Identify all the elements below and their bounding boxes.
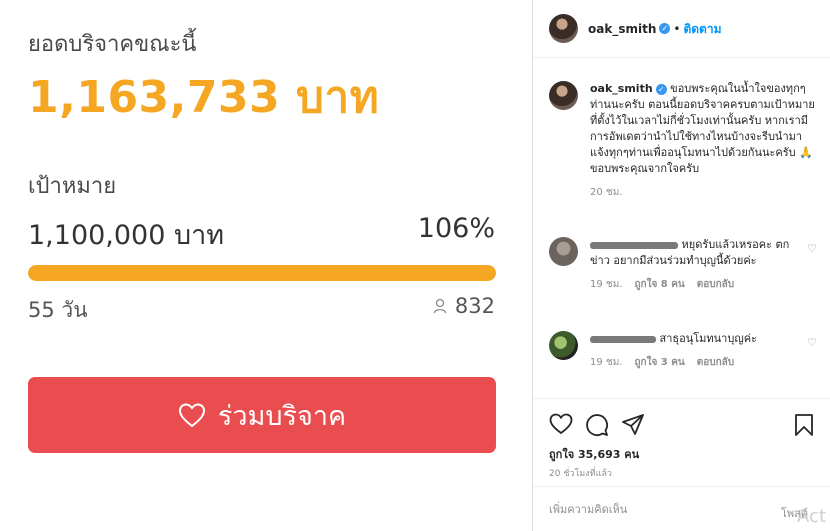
add-comment-input[interactable]: เพิ่มความคิดเห็น — [549, 500, 627, 518]
donation-panel: ยอดบริจาคขณะนี้ 1,163,733 บาท เป้าหมาย 1… — [0, 0, 533, 531]
save-bookmark-icon[interactable] — [794, 413, 814, 437]
redacted-username — [590, 241, 678, 249]
comment-time: 19 ชม. — [590, 279, 623, 290]
progress-bar-fill — [28, 265, 496, 281]
donate-button-label: ร่วมบริจาค — [217, 400, 347, 432]
add-comment-bar: เพิ่มความคิดเห็น โพสต์ — [533, 486, 830, 531]
caption-time: 20 ชม. — [590, 187, 623, 198]
comment-item: สาธุอนุโมทนาบุญค่ะ 19 ชม. ถูกใจ 3 คน ตอบ… — [549, 331, 817, 370]
comment-meta: 19 ชม. ถูกใจ 3 คน ตอบกลับ — [590, 355, 796, 370]
donate-button[interactable]: ร่วมบริจาค — [28, 377, 496, 453]
comment-list[interactable]: oak_smith ✓ ขอบพระคุณในน้ำใจของทุกๆท่านนะ… — [533, 59, 830, 397]
share-send-icon[interactable] — [621, 413, 645, 437]
like-heart-icon[interactable] — [549, 413, 573, 435]
follow-button[interactable]: ติดตาม — [683, 22, 721, 36]
like-comment-heart-icon[interactable]: ♡ — [807, 336, 817, 349]
post-caption: oak_smith ✓ ขอบพระคุณในน้ำใจของทุกๆท่านนะ… — [549, 81, 817, 200]
author-avatar[interactable] — [549, 14, 578, 43]
comment-meta: 19 ชม. ถูกใจ 8 คน ตอบกลับ — [590, 277, 796, 292]
redacted-username — [590, 335, 656, 343]
person-icon — [433, 298, 447, 314]
verified-badge-icon: ✓ — [655, 83, 667, 95]
comment-text: สาธุอนุโมทนาบุญค่ะ — [659, 332, 757, 345]
comment-item: หยุดรับแล้วเหรอคะ ตกข่าว อยากมีส่วนร่วมท… — [549, 237, 817, 292]
commenter-avatar[interactable] — [549, 331, 578, 360]
post-actions: ถูกใจ 35,693 คน 20 ชั่วโมงที่แล้ว — [533, 398, 830, 486]
post-header: oak_smith ✓ • ติดตาม — [533, 0, 830, 58]
comment-bubble-icon[interactable] — [585, 413, 609, 437]
like-count[interactable]: ถูกใจ 35,693 คน — [549, 445, 639, 463]
like-comment-heart-icon[interactable]: ♡ — [807, 242, 817, 255]
backer-count-value: 832 — [454, 294, 495, 318]
comment-time: 19 ชม. — [590, 357, 623, 368]
comment-likes[interactable]: ถูกใจ 8 คน — [634, 277, 684, 292]
instagram-post-panel: oak_smith ✓ • ติดตาม oak_smith ✓ ขอบพระคุณใน… — [533, 0, 830, 531]
reply-button[interactable]: ตอบกลับ — [697, 355, 734, 370]
author-username[interactable]: oak_smith — [588, 22, 656, 36]
progress-bar — [28, 265, 496, 281]
separator-dot: • — [673, 22, 681, 36]
goal-percent: 106% — [417, 213, 495, 244]
backer-count: 832 — [433, 294, 495, 318]
heart-icon — [178, 403, 205, 428]
caption-text: ขอบพระคุณในน้ำใจของทุกๆท่านนะครับ ตอนนี้… — [590, 82, 815, 175]
verified-badge-icon: ✓ — [659, 23, 671, 34]
donation-total-amount: 1,163,733 บาท — [28, 72, 380, 123]
reply-button[interactable]: ตอบกลับ — [697, 277, 734, 292]
caption-text-block: oak_smith ✓ ขอบพระคุณในน้ำใจของทุกๆท่านนะ… — [590, 81, 817, 177]
activation-watermark: Act — [797, 506, 826, 527]
goal-amount: 1,100,000 บาท — [28, 220, 225, 251]
goal-label: เป้าหมาย — [28, 174, 117, 199]
commenter-avatar[interactable] — [549, 237, 578, 266]
donation-total-label: ยอดบริจาคขณะนี้ — [28, 32, 197, 57]
caption-meta: 20 ชม. — [590, 185, 817, 200]
days-remaining: 55 วัน — [28, 298, 88, 322]
post-timestamp: 20 ชั่วโมงที่แล้ว — [549, 469, 612, 479]
caption-username[interactable]: oak_smith — [590, 82, 653, 95]
comment-likes[interactable]: ถูกใจ 3 คน — [634, 355, 684, 370]
caption-author-avatar[interactable] — [549, 81, 578, 110]
